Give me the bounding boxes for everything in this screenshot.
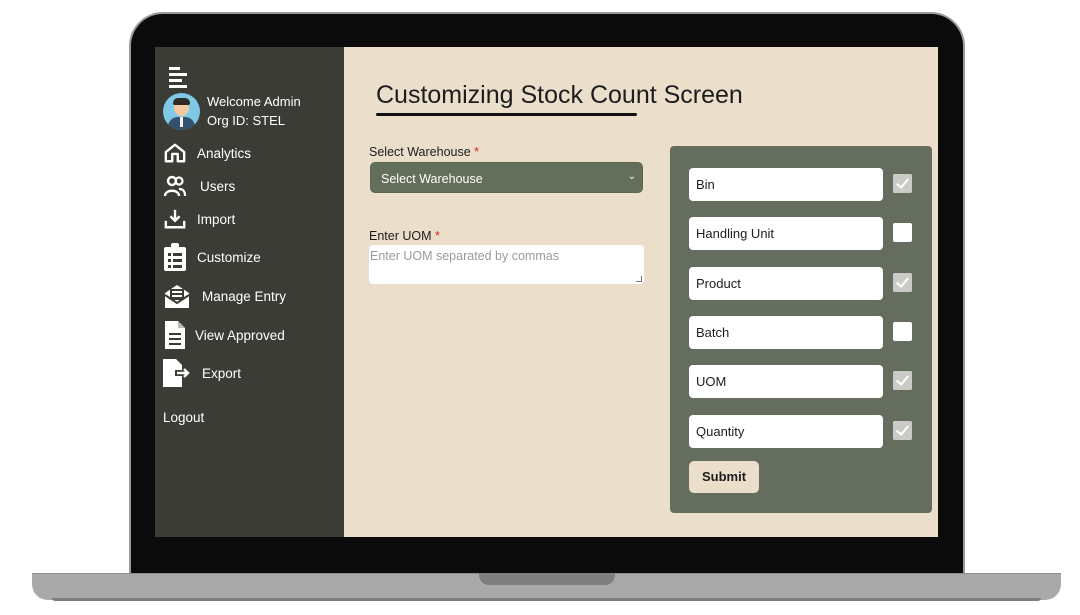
laptop-base-shadow — [52, 598, 1041, 601]
column-row-product: Product — [689, 267, 912, 300]
column-row-uom: UOM — [689, 365, 912, 398]
envelope-open-icon — [163, 283, 191, 309]
sidebar-item-label: Import — [197, 211, 236, 227]
resize-handle-icon[interactable] — [636, 276, 642, 282]
sidebar-item-analytics[interactable]: Analytics — [163, 141, 251, 165]
laptop-notch — [479, 573, 615, 585]
sidebar: Welcome Admin Org ID: STEL Analytics Use… — [155, 47, 344, 537]
clipboard-list-icon — [163, 243, 187, 271]
users-icon — [163, 174, 187, 198]
column-settings-panel: Bin Handling Unit Product Batch UOM Quan… — [670, 146, 932, 513]
uom-textarea[interactable]: Enter UOM separated by commas — [369, 245, 644, 284]
column-field[interactable]: UOM — [689, 365, 883, 398]
sidebar-item-label: View Approved — [195, 327, 285, 343]
uom-label: Enter UOM * — [369, 229, 440, 243]
required-mark: * — [474, 145, 480, 159]
menu-toggle-icon[interactable] — [169, 67, 189, 88]
sidebar-item-users[interactable]: Users — [163, 174, 235, 198]
sidebar-item-label: Customize — [197, 249, 261, 265]
sidebar-item-label: Users — [200, 178, 236, 194]
warehouse-select-value: Select Warehouse — [381, 172, 483, 186]
sidebar-item-export[interactable]: Export — [163, 359, 241, 387]
sidebar-item-label: Manage Entry — [202, 288, 287, 304]
org-id-text: Org ID: STEL — [207, 113, 286, 128]
sidebar-item-view-approved[interactable]: View Approved — [163, 321, 285, 349]
logout-link[interactable]: Logout — [163, 410, 204, 425]
chevron-down-icon: ⌄ — [627, 171, 636, 182]
download-icon — [163, 207, 187, 231]
uom-placeholder: Enter UOM separated by commas — [370, 249, 559, 263]
column-checkbox[interactable] — [893, 322, 912, 341]
welcome-text: Welcome Admin — [207, 94, 301, 109]
sidebar-item-manage-entry[interactable]: Manage Entry — [163, 283, 286, 309]
column-checkbox[interactable] — [893, 273, 912, 292]
warehouse-label: Select Warehouse * — [369, 145, 480, 159]
column-row-batch: Batch — [689, 316, 912, 349]
document-icon — [163, 321, 187, 349]
avatar — [163, 92, 200, 130]
column-checkbox[interactable] — [893, 223, 912, 242]
column-field[interactable]: Batch — [689, 316, 883, 349]
sidebar-item-import[interactable]: Import — [163, 207, 235, 231]
sidebar-item-label: Export — [202, 365, 242, 381]
user-profile: Welcome Admin Org ID: STEL — [163, 92, 301, 130]
sidebar-item-label: Analytics — [197, 145, 252, 161]
required-mark: * — [435, 229, 440, 243]
column-field[interactable]: Product — [689, 267, 883, 300]
column-checkbox[interactable] — [893, 371, 912, 390]
column-row-handling-unit: Handling Unit — [689, 217, 912, 250]
column-row-quantity: Quantity — [689, 415, 912, 448]
submit-button[interactable]: Submit — [689, 461, 759, 493]
warehouse-select[interactable]: Select Warehouse ⌄ — [370, 162, 643, 193]
title-underline — [376, 113, 637, 116]
column-checkbox[interactable] — [893, 174, 912, 193]
column-field[interactable]: Bin — [689, 168, 883, 201]
column-checkbox[interactable] — [893, 421, 912, 440]
page-title: Customizing Stock Count Screen — [376, 81, 743, 109]
app-screen: Welcome Admin Org ID: STEL Analytics Use… — [155, 47, 938, 537]
column-field[interactable]: Quantity — [689, 415, 883, 448]
column-field[interactable]: Handling Unit — [689, 217, 883, 250]
column-row-bin: Bin — [689, 168, 912, 201]
home-icon — [163, 141, 187, 165]
file-export-icon — [163, 359, 191, 387]
sidebar-item-customize[interactable]: Customize — [163, 243, 261, 271]
